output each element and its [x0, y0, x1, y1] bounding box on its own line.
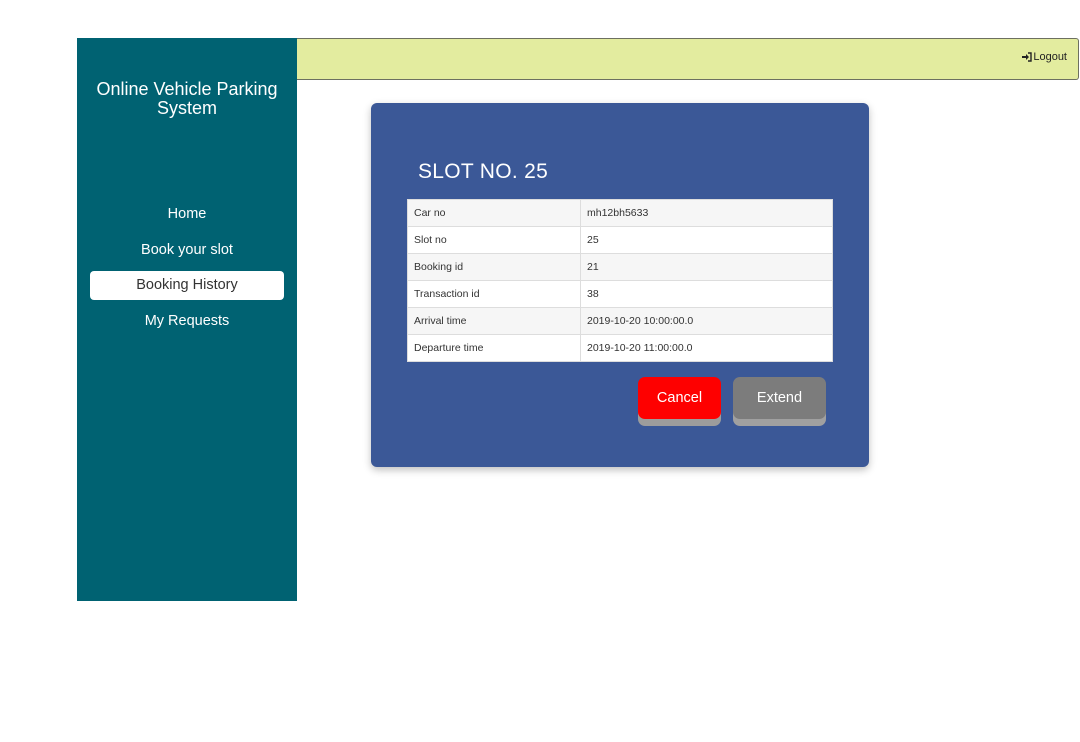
top-bar: Logout	[297, 38, 1079, 80]
row-value-car-no: mh12bh5633	[580, 199, 833, 227]
sidebar: Online Vehicle Parking System Home Book …	[77, 38, 297, 601]
row-value-arrival-time: 2019-10-20 10:00:00.0	[580, 307, 833, 335]
table-row: Slot no 25	[407, 226, 833, 254]
sidebar-item-my-requests[interactable]: My Requests	[90, 307, 284, 336]
table-row: Car no mh12bh5633	[407, 199, 833, 227]
table-row: Departure time 2019-10-20 11:00:00.0	[407, 334, 833, 362]
row-label-booking-id: Booking id	[407, 253, 581, 281]
table-row: Booking id 21	[407, 253, 833, 281]
row-value-booking-id: 21	[580, 253, 833, 281]
logout-label: Logout	[1033, 51, 1067, 63]
sidebar-item-book-your-slot[interactable]: Book your slot	[90, 236, 284, 265]
row-value-departure-time: 2019-10-20 11:00:00.0	[580, 334, 833, 362]
row-label-slot-no: Slot no	[407, 226, 581, 254]
sidebar-item-home[interactable]: Home	[90, 200, 284, 229]
sidebar-nav: Home Book your slot Booking History My R…	[90, 200, 284, 342]
extend-button[interactable]: Extend	[733, 377, 826, 419]
sign-out-icon	[1022, 52, 1033, 62]
app-title: Online Vehicle Parking System	[96, 79, 278, 118]
logout-link[interactable]: Logout	[1022, 51, 1067, 63]
booking-details-table: Car no mh12bh5633 Slot no 25 Booking id …	[407, 199, 833, 362]
row-label-car-no: Car no	[407, 199, 581, 227]
row-value-slot-no: 25	[580, 226, 833, 254]
cancel-button[interactable]: Cancel	[638, 377, 721, 419]
sidebar-item-booking-history[interactable]: Booking History	[90, 271, 284, 300]
table-row: Transaction id 38	[407, 280, 833, 308]
row-value-transaction-id: 38	[580, 280, 833, 308]
row-label-arrival-time: Arrival time	[407, 307, 581, 335]
table-row: Arrival time 2019-10-20 10:00:00.0	[407, 307, 833, 335]
slot-title: SLOT NO. 25	[418, 160, 549, 183]
row-label-departure-time: Departure time	[407, 334, 581, 362]
booking-card: SLOT NO. 25 Car no mh12bh5633 Slot no 25…	[371, 103, 869, 467]
row-label-transaction-id: Transaction id	[407, 280, 581, 308]
